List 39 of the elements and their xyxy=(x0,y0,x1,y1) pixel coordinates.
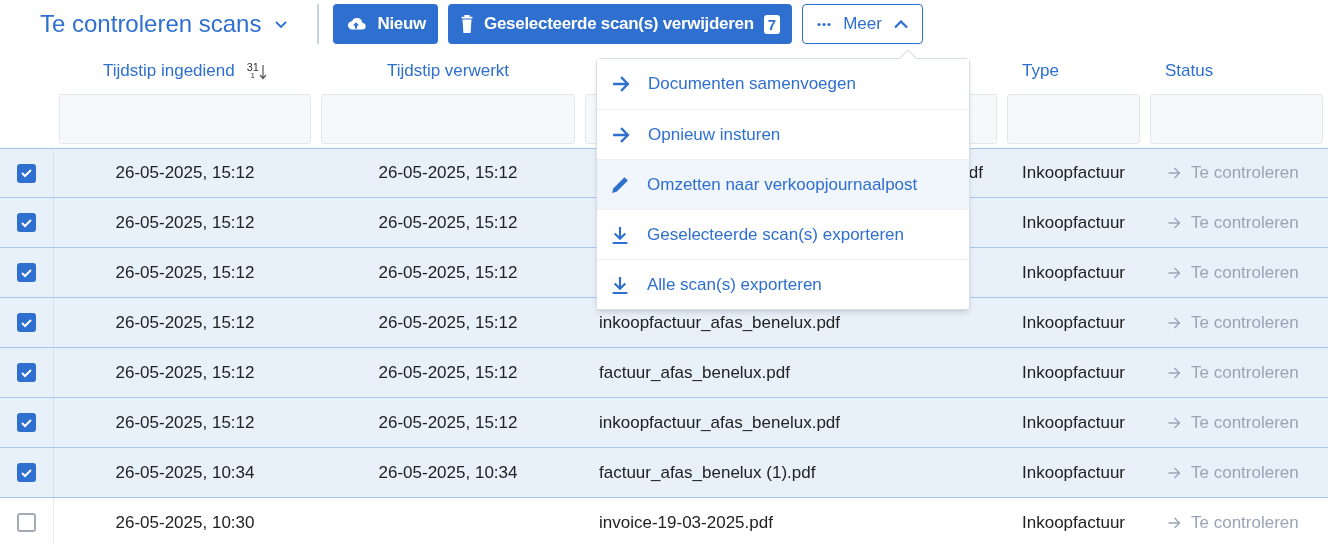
table-cell-text: Inkoopfactuur xyxy=(1022,311,1125,334)
table-cell-text: factuur_afas_benelux.pdf xyxy=(599,361,790,384)
table-cell-text: 26-05-2025, 15:12 xyxy=(378,311,518,334)
table-cell-text: 26-05-2025, 15:12 xyxy=(115,211,255,234)
table-cell-text: 26-05-2025, 10:30 xyxy=(115,511,255,534)
status-label: Te controleren xyxy=(1191,311,1299,334)
table-cell-text: Inkoopfactuur xyxy=(1022,461,1125,484)
table-cell-text: 26-05-2025, 15:12 xyxy=(115,311,255,334)
table-cell-text: 26-05-2025, 15:12 xyxy=(378,361,518,384)
table-cell-text: Inkoopfactuur xyxy=(1022,162,1125,185)
view-title: Te controleren scans xyxy=(40,9,262,39)
table-cell-text: df xyxy=(968,162,983,185)
table-cell-text: invoice-19-03-2025.pdf xyxy=(599,511,773,534)
table-cell-text: 26-05-2025, 15:12 xyxy=(378,411,518,434)
table-cell-text: 26-05-2025, 15:12 xyxy=(115,162,255,185)
table-cell-text: factuur_afas_benelux (1).pdf xyxy=(599,461,816,484)
table-cell-text: Inkoopfactuur xyxy=(1022,361,1125,384)
count-badge: 7 xyxy=(763,14,781,34)
table-cell-text: 26-05-2025, 15:12 xyxy=(115,261,255,284)
table-cell-text: Inkoopfactuur xyxy=(1022,261,1125,284)
table-cell-text: Inkoopfactuur xyxy=(1022,411,1125,434)
status-label: Te controleren xyxy=(1191,162,1299,185)
table-cell-text: 26-05-2025, 10:34 xyxy=(378,461,518,484)
status-label: Te controleren xyxy=(1191,461,1299,484)
status-label: Te controleren xyxy=(1191,211,1299,234)
table-cell-text: Inkoopfactuur xyxy=(1022,511,1125,534)
status-label: Te controleren xyxy=(1191,361,1299,384)
table-cell-text: 26-05-2025, 15:12 xyxy=(115,361,255,384)
table-cell-text: Inkoopfactuur xyxy=(1022,211,1125,234)
table-cell-text: inkoopfactuur_afas_benelux.pdf xyxy=(599,311,840,334)
table-cell-text: 26-05-2025, 15:12 xyxy=(378,211,518,234)
status-label: Te controleren xyxy=(1191,261,1299,284)
table-cell-text: 26-05-2025, 15:12 xyxy=(378,162,518,185)
table-cell-text: inkoopfactuur_afas_benelux.pdf xyxy=(599,411,840,434)
table-cell-text: 26-05-2025, 15:12 xyxy=(115,411,255,434)
status-label: Te controleren xyxy=(1191,511,1299,534)
table-cell-text: 26-05-2025, 15:12 xyxy=(378,261,518,284)
status-label: Te controleren xyxy=(1191,411,1299,434)
table-cell-text: 26-05-2025, 10:34 xyxy=(115,461,255,484)
